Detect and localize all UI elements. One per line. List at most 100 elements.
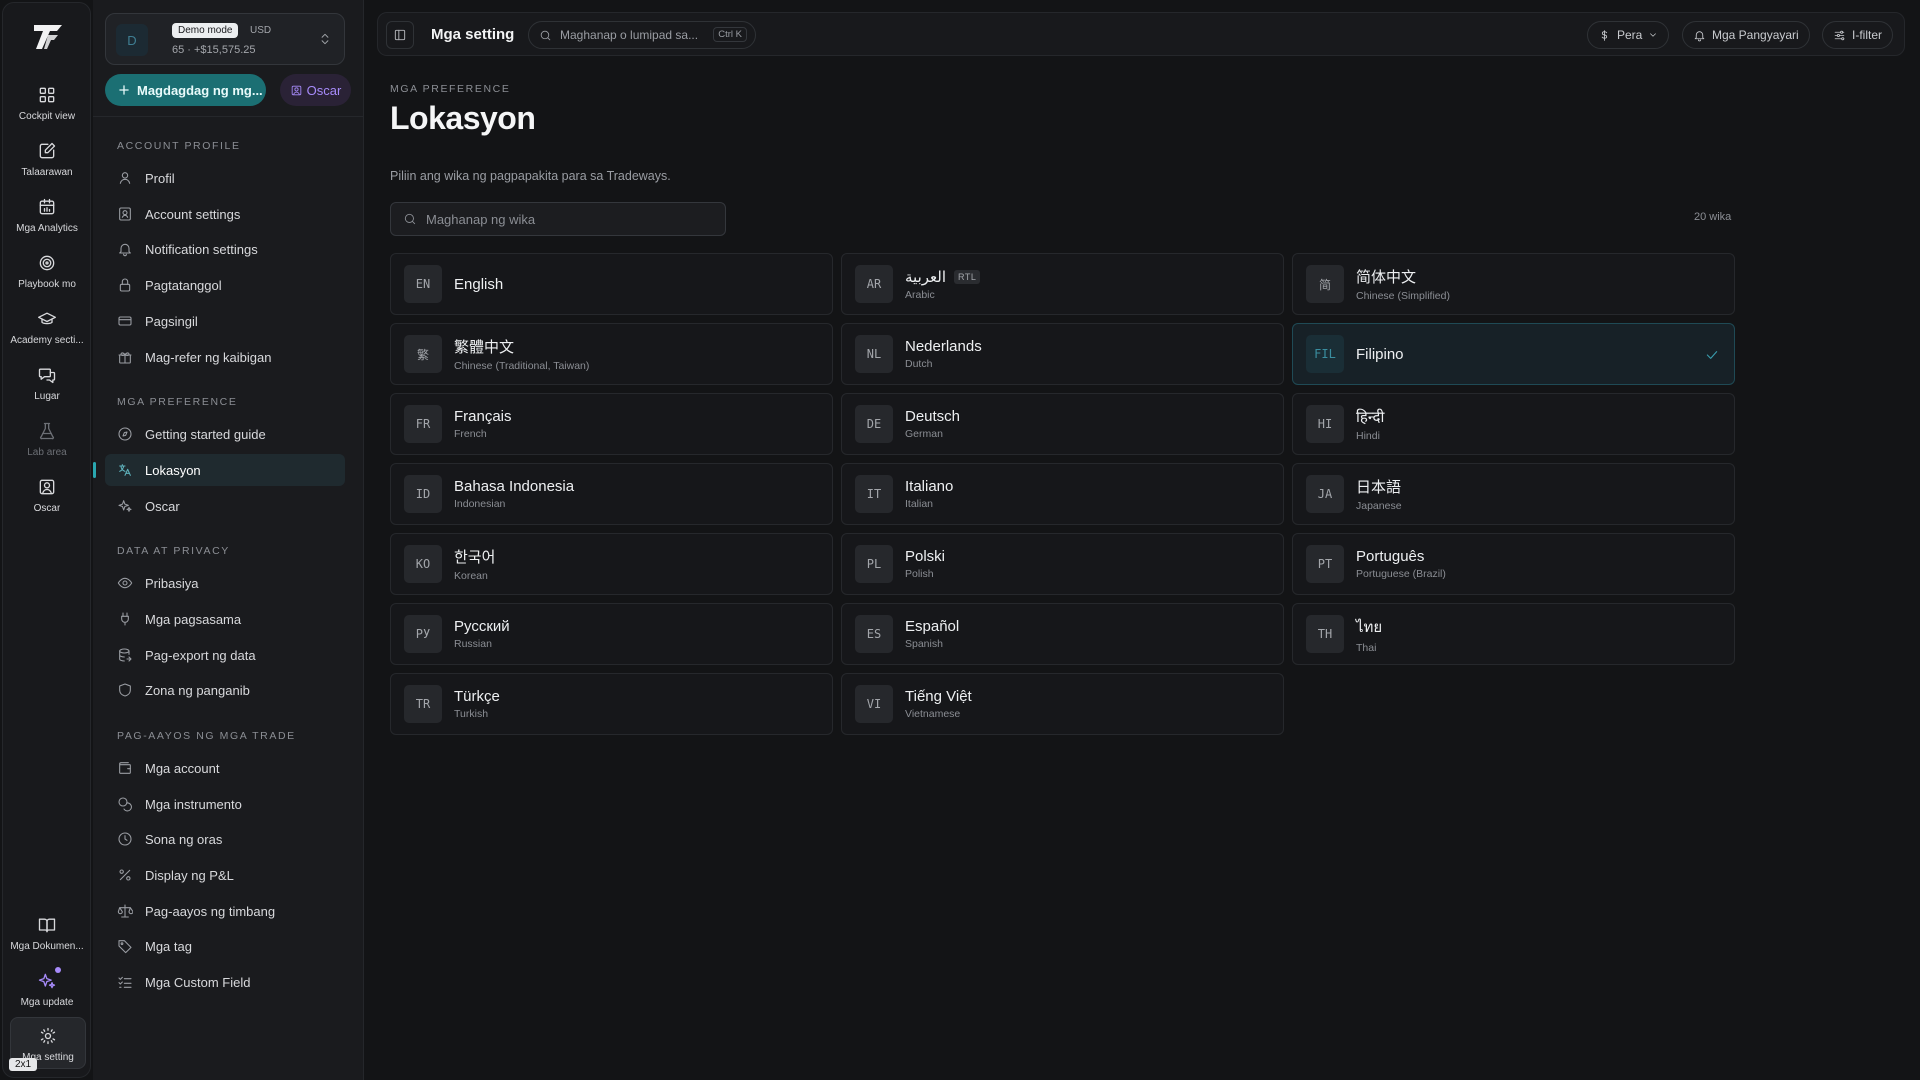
language-option[interactable]: HI हिन्दी Hindi — [1292, 393, 1735, 455]
sidebar-item-getting-started[interactable]: Getting started guide — [105, 418, 345, 450]
events-button[interactable]: Mga Pangyayari — [1682, 21, 1810, 49]
language-search[interactable] — [390, 202, 726, 236]
language-option[interactable]: 简简体中文 Chinese (Simplified) — [1292, 253, 1735, 315]
rail-item-academy-section[interactable]: Academy secti... — [7, 307, 87, 359]
rail-item-talaarawan[interactable]: Talaarawan — [7, 139, 87, 191]
language-code-badge: TR — [404, 685, 442, 723]
language-option[interactable]: AR العربية RTL Arabic — [841, 253, 1284, 315]
language-option[interactable]: IT Italiano Italian — [841, 463, 1284, 525]
account-switcher[interactable]: D Demo mode USD 65 · +$15,575.25 — [105, 13, 345, 65]
rail-item-playbook-mo[interactable]: Playbook mo — [7, 251, 87, 303]
rail-item-mga-update[interactable]: Mga update — [7, 967, 87, 1021]
global-search-placeholder: Maghanap o lumipad sa... — [560, 28, 699, 42]
sidebar-item-mga-custom-field[interactable]: Mga Custom Field — [105, 966, 345, 998]
sidebar-item-lokasyon[interactable]: Lokasyon — [93, 454, 345, 486]
language-names: Español Spanish — [905, 618, 959, 650]
language-option[interactable]: PT Português Portuguese (Brazil) — [1292, 533, 1735, 595]
language-option[interactable]: ES Español Spanish — [841, 603, 1284, 665]
rail-label: Oscar — [33, 503, 61, 514]
filter-button[interactable]: I-filter — [1822, 21, 1893, 49]
sidebar-item-label: Account settings — [145, 206, 241, 222]
add-button[interactable]: Magdagdag ng mg... — [105, 74, 266, 106]
language-option[interactable]: DE Deutsch German — [841, 393, 1284, 455]
sidebar-item-oscar[interactable]: Oscar — [105, 490, 345, 522]
language-option[interactable]: FR Français French — [390, 393, 833, 455]
language-option[interactable]: 繁繁體中文 Chinese (Traditional, Taiwan) — [390, 323, 833, 385]
rail-item-lugar[interactable]: Lugar — [7, 363, 87, 415]
sidebar-item-sona-ng-oras[interactable]: Sona ng oras — [105, 823, 345, 855]
sidebar-item-pag-export[interactable]: Pag-export ng data — [105, 639, 345, 671]
rail-item-oscar[interactable]: Oscar — [7, 475, 87, 527]
global-search[interactable]: Maghanap o lumipad sa... Ctrl K — [528, 21, 756, 49]
sidebar-item-mga-tag[interactable]: Mga tag — [105, 930, 345, 962]
book-open-icon — [38, 918, 56, 933]
sidebar-item-notification-settings[interactable]: Notification settings — [105, 233, 345, 265]
language-option[interactable]: FIL Filipino — [1292, 323, 1735, 385]
language-option[interactable]: KO 한국어 Korean — [390, 533, 833, 595]
language-option[interactable]: ID Bahasa Indonesia Indonesian — [390, 463, 833, 525]
currency-label: USD — [250, 25, 272, 36]
bell-icon — [119, 243, 131, 257]
sidebar-item-mga-instrumento[interactable]: Mga instrumento — [105, 788, 345, 820]
language-option[interactable]: NL Nederlands Dutch — [841, 323, 1284, 385]
rail-item-lab-area[interactable]: Lab area — [7, 419, 87, 471]
sidebar-item-pagsingil[interactable]: Pagsingil — [105, 305, 345, 337]
rail-label: Talaarawan — [21, 167, 73, 178]
chevron-down-icon — [1650, 33, 1657, 37]
sidebar-item-zona-ng-panganib[interactable]: Zona ng panganib — [105, 674, 345, 706]
sidebar-item-pag-aayos-ng-timbang[interactable]: Pag-aayos ng timbang — [105, 895, 345, 927]
rail-item-mga-analytics[interactable]: Mga Analytics — [7, 195, 87, 247]
lock-icon — [119, 278, 131, 292]
language-native-name-row: Polski — [905, 548, 945, 565]
rail-item-cockpit-view[interactable]: Cockpit view — [7, 83, 87, 135]
sidebar-item-mga-pagsasama[interactable]: Mga pagsasama — [105, 603, 345, 635]
language-native-name-row: 한국어 — [454, 546, 495, 567]
language-code-badge: PL — [855, 545, 893, 583]
account-settings-icon — [119, 207, 131, 221]
language-english-name: Dutch — [905, 358, 933, 370]
sidebar-item-display-pnl[interactable]: Display ng P&L — [105, 859, 345, 891]
app-logo[interactable] — [31, 21, 65, 53]
sparkles-icon — [118, 500, 132, 512]
language-search-input[interactable] — [426, 211, 716, 227]
language-english-name: Vietnamese — [905, 708, 961, 720]
rail-label: Lugar — [34, 391, 60, 402]
rail-label: Mga update — [20, 997, 74, 1008]
rail-label: Mga Analytics — [16, 223, 78, 234]
language-native-name: 한국어 — [454, 549, 496, 566]
sidebar-toggle-button[interactable] — [386, 21, 414, 49]
sidebar-item-pagtatanggol[interactable]: Pagtatanggol — [105, 269, 345, 301]
sidebar-item-label: Mag-refer ng kaibigan — [145, 349, 272, 365]
language-option[interactable]: EN English — [390, 253, 833, 315]
journal-edit-icon — [39, 142, 56, 159]
language-option[interactable]: РУ Русский Russian — [390, 603, 833, 665]
sidebar-item-label: Display ng P&L — [145, 867, 234, 883]
sidebar-item-label: Mga Custom Field — [145, 974, 251, 990]
currency-button[interactable]: Pera — [1587, 21, 1670, 49]
language-option[interactable]: JA 日本語 Japanese — [1292, 463, 1735, 525]
language-option[interactable]: VI Tiếng Việt Vietnamese — [841, 673, 1284, 735]
rail-item-mga-dokumento[interactable]: Mga Dokumen... — [7, 913, 87, 965]
sidebar-item-profil[interactable]: Profil — [105, 162, 345, 194]
sidebar-item-pribasiya[interactable]: Pribasiya — [105, 567, 345, 599]
sidebar-item-label: Pag-aayos ng timbang — [145, 903, 276, 919]
tag-icon — [118, 940, 132, 954]
sidebar-item-mag-refer[interactable]: Mag-refer ng kaibigan — [105, 341, 345, 373]
language-native-name-row: العربية RTL — [905, 268, 981, 286]
sidebar-item-label: Pribasiya — [145, 575, 199, 591]
language-native-name-row: Italiano — [905, 478, 953, 495]
sidebar-item-account-settings[interactable]: Account settings — [105, 198, 345, 230]
scale-icon — [117, 904, 133, 918]
sidebar-item-mga-account[interactable]: Mga account — [105, 752, 345, 784]
language-english-name: Chinese (Simplified) — [1356, 290, 1450, 302]
chevron-up-down-icon — [321, 33, 329, 45]
language-option[interactable]: TH ไทย Thai — [1292, 603, 1735, 665]
language-names: ไทย Thai — [1356, 615, 1382, 654]
sidebar-item-label: Pag-export ng data — [145, 647, 256, 663]
language-option[interactable]: TR Türkçe Turkish — [390, 673, 833, 735]
notification-dot — [55, 967, 61, 973]
oscar-button[interactable]: Oscar — [280, 74, 351, 106]
language-english-name: Thai — [1356, 641, 1377, 654]
language-native-name-row: Türkçe — [454, 688, 500, 705]
language-option[interactable]: PL Polski Polish — [841, 533, 1284, 595]
